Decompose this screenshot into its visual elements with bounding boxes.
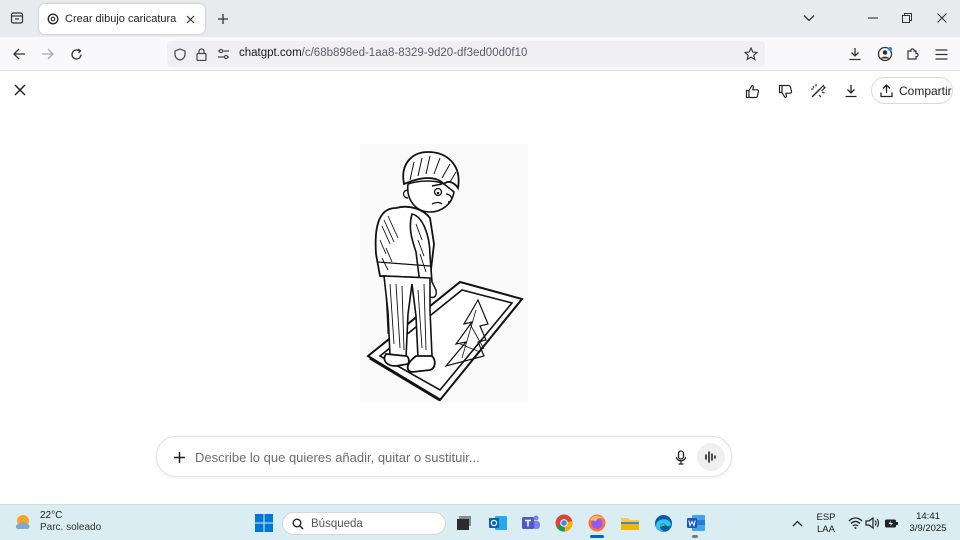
close-image-editor-icon[interactable]	[10, 80, 30, 100]
clock-time: 14:41	[916, 511, 940, 522]
select-area-brush-icon[interactable]	[807, 80, 829, 102]
forward-arrow-icon[interactable]	[37, 44, 57, 64]
chatgpt-favicon-icon	[47, 13, 59, 25]
restore-window-icon[interactable]	[897, 8, 917, 28]
chrome-app-icon[interactable]	[552, 511, 576, 535]
edit-prompt-composer	[156, 436, 732, 477]
back-arrow-icon[interactable]	[9, 44, 29, 64]
edit-prompt-input[interactable]	[195, 445, 655, 469]
address-bar[interactable]: chatgpt.com/c/68b898ed-1aa8-8329-9d20-df…	[167, 41, 765, 67]
task-view-icon[interactable]	[452, 511, 476, 535]
windows-start-icon[interactable]	[252, 511, 276, 535]
word-open-indicator	[692, 535, 698, 538]
voice-waveform-icon	[705, 451, 716, 463]
file-explorer-icon[interactable]	[618, 511, 642, 535]
weather-temperature: 22°C	[40, 510, 63, 521]
partly-sunny-weather-icon	[15, 515, 30, 529]
weather-widget[interactable]: 22°C Parc. soleado	[14, 510, 101, 534]
teams-app-icon[interactable]	[519, 511, 543, 535]
weather-condition: Parc. soleado	[40, 522, 102, 533]
site-permissions-icon[interactable]	[215, 46, 231, 62]
minimize-window-icon[interactable]	[863, 8, 883, 28]
url-path: /c/68b898ed-1aa8-8329-9d20-df3ed00d0f10	[301, 47, 528, 59]
input-language-indicator[interactable]: ESP LAA	[812, 512, 840, 536]
extensions-puzzle-icon[interactable]	[903, 44, 923, 64]
word-app-icon[interactable]	[684, 511, 708, 535]
system-clock[interactable]: 14:41 3/9/2025	[904, 511, 952, 535]
reload-icon[interactable]	[66, 44, 86, 64]
close-tab-icon[interactable]	[183, 12, 197, 26]
browser-navigation-bar: chatgpt.com/c/68b898ed-1aa8-8329-9d20-df…	[0, 37, 960, 71]
tab-overflow-chevron-icon[interactable]	[799, 8, 819, 28]
tab-title: Crear dibujo caricatura	[65, 13, 177, 25]
bookmark-star-icon[interactable]	[743, 46, 759, 62]
taskbar-search-box[interactable]: Búsqueda	[282, 512, 446, 535]
microphone-icon[interactable]	[671, 447, 691, 467]
outlook-app-icon[interactable]	[486, 511, 510, 535]
account-avatar-icon[interactable]	[875, 44, 895, 64]
add-attachment-plus-icon[interactable]	[169, 447, 189, 467]
thumbs-down-icon[interactable]	[774, 80, 796, 102]
browser-tab-strip: Crear dibujo caricatura	[0, 0, 960, 37]
tracking-protection-shield-icon[interactable]	[172, 46, 188, 62]
clock-date: 3/9/2025	[909, 523, 947, 534]
share-button[interactable]: Compartir	[871, 77, 953, 104]
taskbar-search-placeholder: Búsqueda	[311, 517, 363, 530]
firefox-app-icon[interactable]	[585, 511, 609, 535]
battery-charging-icon[interactable]	[879, 511, 903, 535]
search-icon	[292, 518, 304, 530]
app-menu-hamburger-icon[interactable]	[931, 44, 951, 64]
new-tab-icon[interactable]	[214, 10, 232, 28]
show-hidden-icons-chevron-icon[interactable]	[785, 511, 809, 535]
thumbs-up-icon[interactable]	[741, 80, 763, 102]
voice-mode-button[interactable]	[697, 443, 725, 471]
keyboard-layout-code: LAA	[817, 524, 835, 535]
generated-cartoon-image	[360, 144, 528, 402]
windows-taskbar: 22°C Parc. soleado Búsqueda ESP LAA 14:4…	[0, 504, 960, 540]
language-code: ESP	[816, 512, 836, 523]
url-host: chatgpt.com	[239, 47, 302, 59]
list-all-tabs-icon[interactable]	[6, 7, 28, 29]
browser-tab-active[interactable]: Crear dibujo caricatura	[39, 4, 205, 34]
edge-app-icon[interactable]	[651, 511, 675, 535]
share-upload-icon	[880, 83, 893, 97]
download-image-icon[interactable]	[840, 80, 862, 102]
close-window-icon[interactable]	[932, 8, 952, 28]
firefox-active-indicator	[590, 535, 604, 538]
share-label: Compartir	[899, 83, 952, 98]
downloads-icon[interactable]	[845, 44, 865, 64]
lock-icon[interactable]	[193, 46, 209, 62]
url-text[interactable]: chatgpt.com/c/68b898ed-1aa8-8329-9d20-df…	[239, 47, 527, 59]
